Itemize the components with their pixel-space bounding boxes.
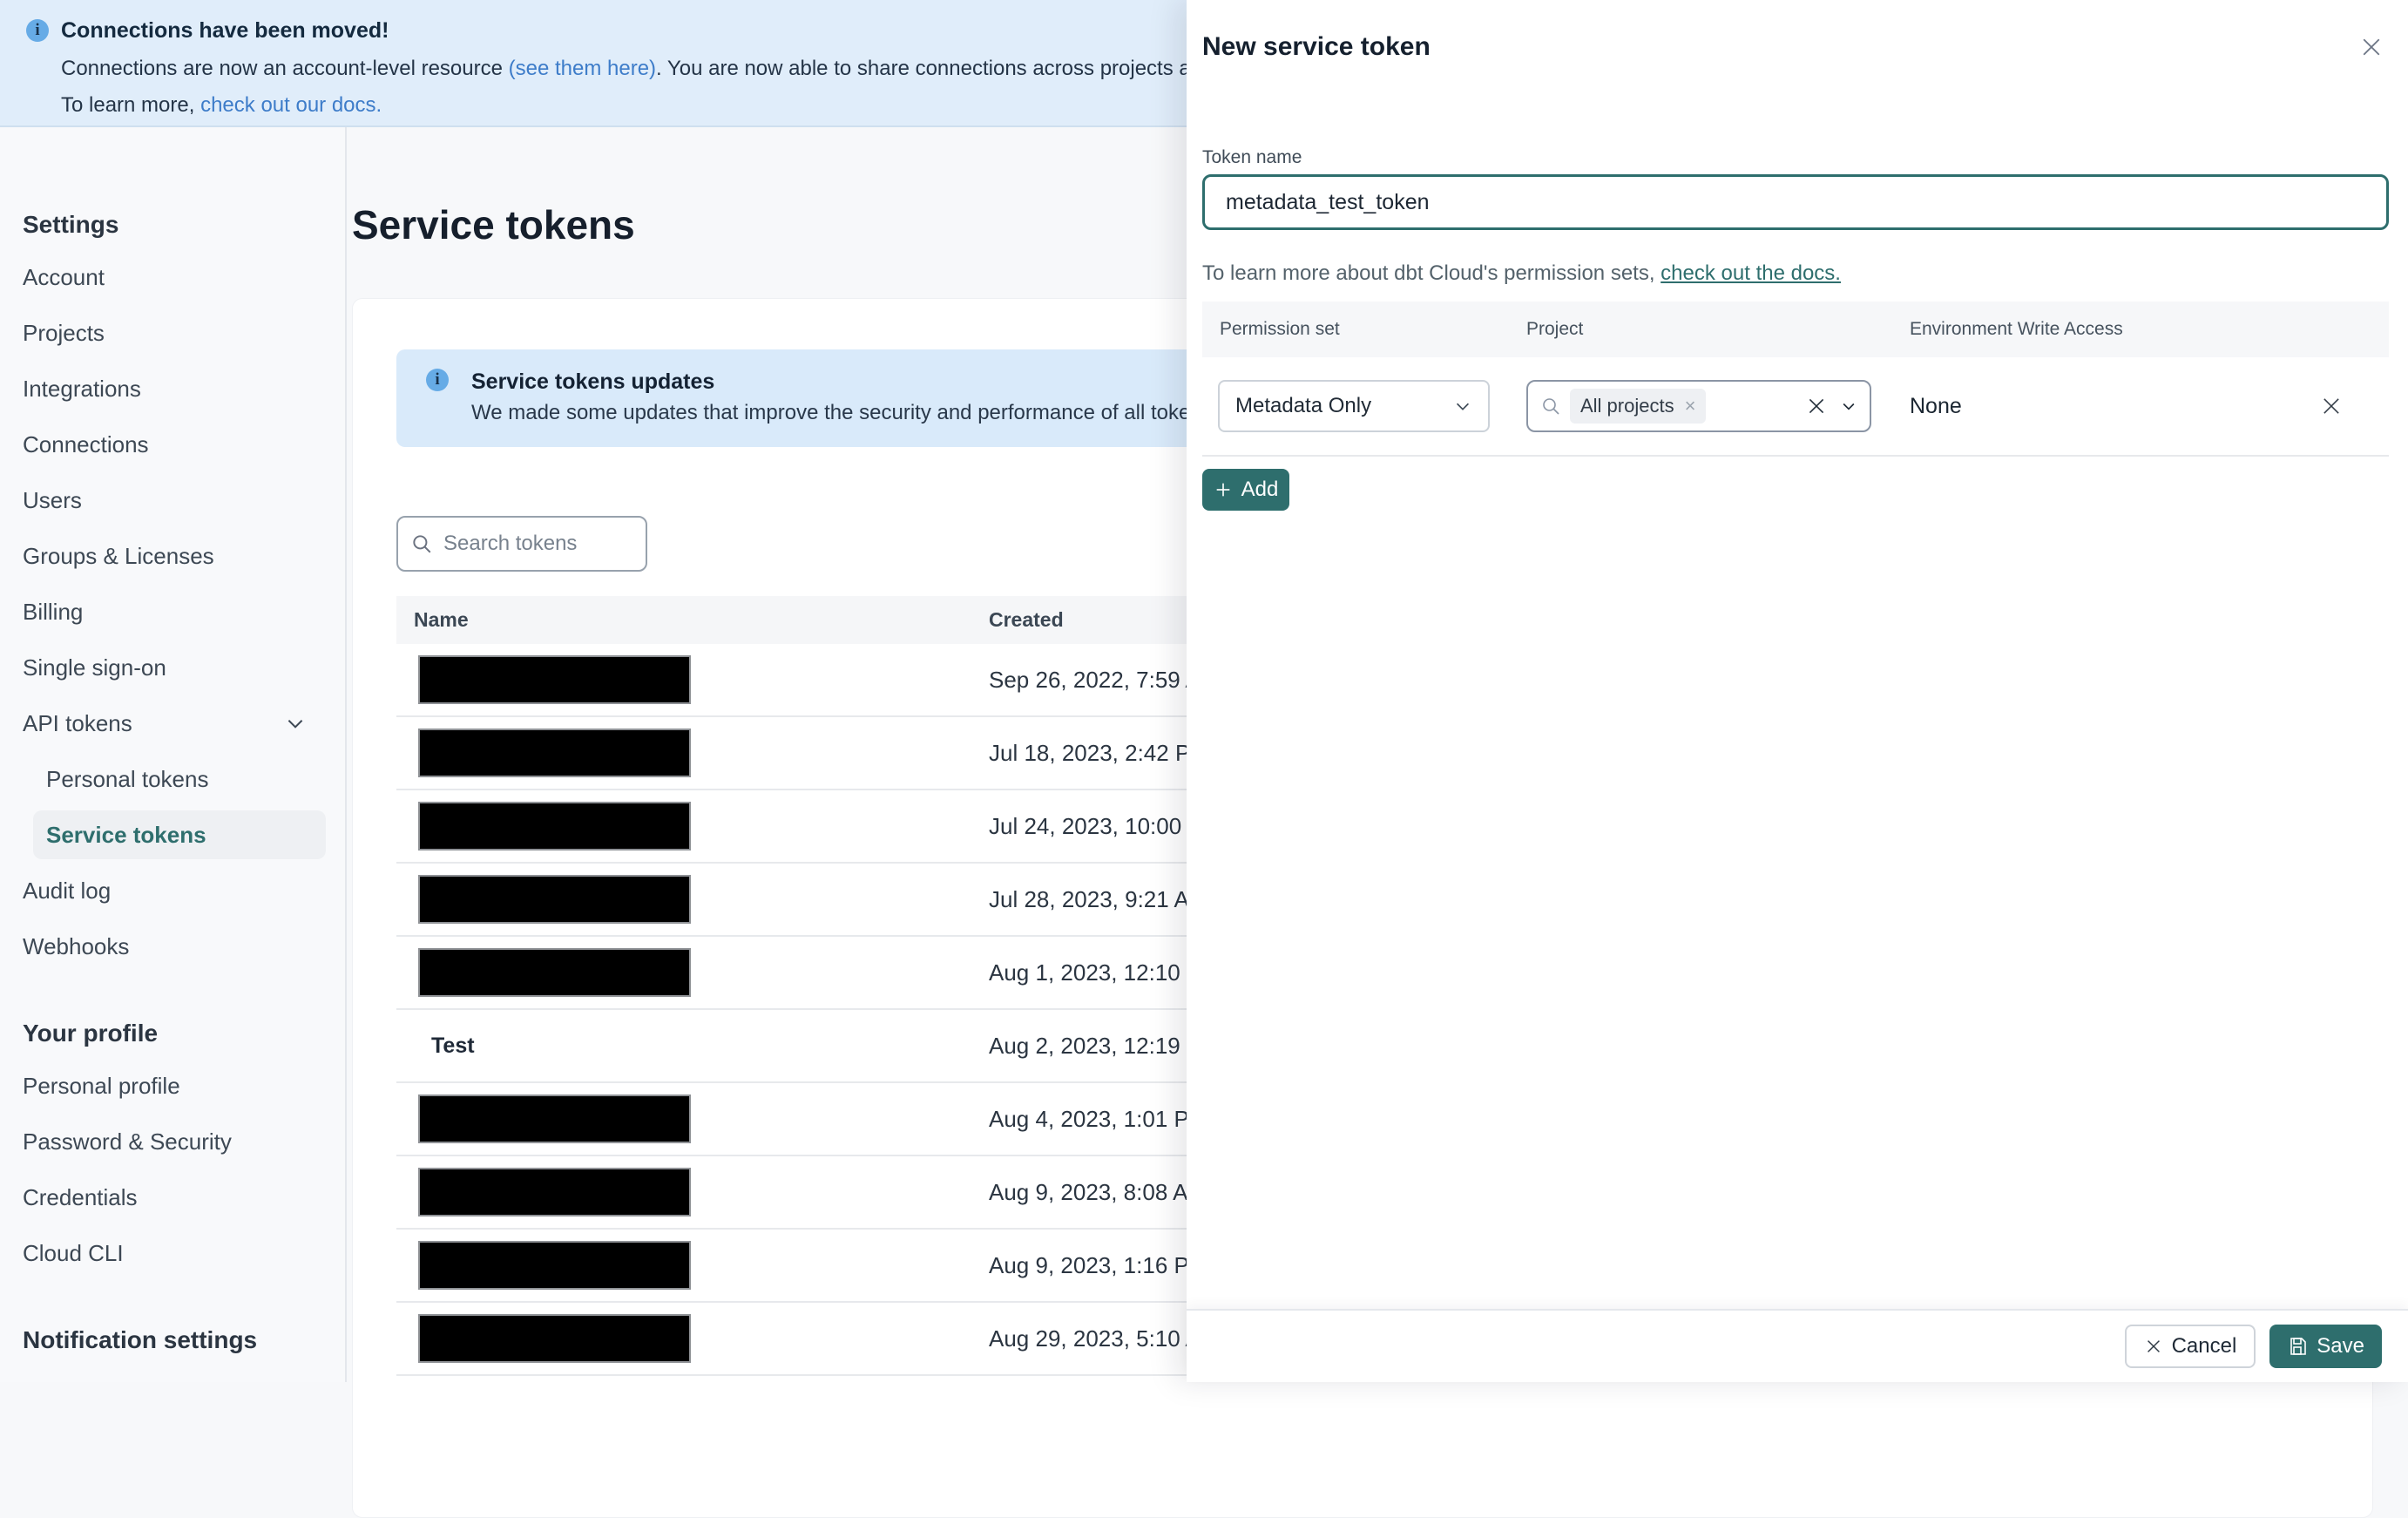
sidebar-item-audit-log[interactable]: Audit log [0, 863, 345, 918]
env-write-access-value: None [1910, 393, 1962, 418]
sidebar-item-service-tokens[interactable]: Service tokens [33, 810, 326, 859]
sidebar-item-users[interactable]: Users [0, 472, 345, 528]
name-column-header: Name [414, 608, 469, 631]
sidebar-item-webhooks[interactable]: Webhooks [0, 918, 345, 974]
project-header: Project [1526, 319, 1584, 339]
search-tokens-box[interactable] [396, 516, 647, 572]
save-button[interactable]: Save [2269, 1325, 2382, 1368]
close-icon [2144, 1337, 2163, 1356]
sidebar-item-billing[interactable]: Billing [0, 584, 345, 640]
redacted-token-name [418, 1241, 691, 1290]
chevron-down-icon [284, 712, 307, 735]
sidebar-item-cloud-cli[interactable]: Cloud CLI [0, 1225, 345, 1281]
see-them-here-link[interactable]: (see them here) [509, 57, 656, 80]
sidebar-item-credentials[interactable]: Credentials [0, 1169, 345, 1225]
info-icon: i [26, 19, 49, 42]
info-box-body: We made some updates that improve the se… [471, 401, 1289, 424]
clear-selection-icon[interactable] [1805, 395, 1828, 417]
plus-icon [1214, 480, 1233, 499]
sidebar-item-projects[interactable]: Projects [0, 305, 345, 361]
redacted-token-name [418, 1094, 691, 1143]
check-docs-link[interactable]: check out our docs. [200, 93, 382, 117]
sidebar-item-connections[interactable]: Connections [0, 417, 345, 472]
sidebar-item-password-security[interactable]: Password & Security [0, 1114, 345, 1169]
drawer-footer: Cancel Save [1187, 1309, 2408, 1382]
redacted-token-name [418, 948, 691, 997]
save-disk-icon [2287, 1336, 2308, 1357]
sidebar-item-groups-licenses[interactable]: Groups & Licenses [0, 528, 345, 584]
sidebar-item-account[interactable]: Account [0, 249, 345, 305]
banner-title: Connections have been moved! [61, 18, 389, 43]
env-write-access-header: Environment Write Access [1910, 319, 2123, 339]
chevron-down-icon [1453, 396, 1472, 416]
redacted-token-name [418, 729, 691, 777]
chevron-down-icon[interactable] [1840, 397, 1857, 415]
api-tokens-label: API tokens [23, 709, 132, 736]
project-chip: All projects × [1570, 389, 1707, 424]
sidebar-item-personal-tokens[interactable]: Personal tokens [0, 751, 345, 807]
redacted-token-name [418, 1314, 691, 1363]
check-out-docs-link[interactable]: check out the docs. [1661, 261, 1841, 285]
your-profile-heading: Your profile [23, 1020, 159, 1047]
redacted-token-name [418, 802, 691, 850]
permission-set-select[interactable]: Metadata Only [1218, 380, 1490, 432]
permission-set-header: Permission set [1220, 319, 1340, 339]
project-chip-label: All projects [1580, 395, 1674, 417]
new-service-token-drawer: New service token Token name To learn mo… [1187, 0, 2408, 1382]
remove-row-icon[interactable] [2319, 394, 2344, 418]
search-icon [1540, 396, 1561, 417]
sidebar-item-personal-profile[interactable]: Personal profile [0, 1058, 345, 1114]
redacted-token-name [418, 1168, 691, 1216]
search-icon [410, 532, 433, 555]
search-tokens-input[interactable] [443, 532, 633, 556]
drawer-title: New service token [1202, 32, 1431, 61]
sidebar-item-api-tokens[interactable]: API tokens [0, 695, 345, 751]
project-multiselect[interactable]: All projects × [1526, 380, 1871, 432]
info-icon: i [426, 369, 449, 391]
redacted-token-name [418, 655, 691, 704]
notification-settings-heading: Notification settings [23, 1326, 258, 1353]
banner-text: Connections are now an account-level res… [61, 57, 509, 80]
permissions-table-header: Permission set Project Environment Write… [1202, 302, 2389, 357]
sidebar-item-integrations[interactable]: Integrations [0, 361, 345, 417]
permission-sets-note: To learn more about dbt Cloud's permissi… [1202, 261, 2389, 286]
info-box-title: Service tokens updates [471, 369, 715, 394]
save-button-label: Save [2317, 1334, 2364, 1358]
permission-set-value: Metadata Only [1235, 394, 1372, 417]
token-name: Test [431, 1033, 475, 1058]
banner-text: To learn more, [61, 93, 201, 117]
redacted-token-name [418, 875, 691, 924]
cancel-button[interactable]: Cancel [2124, 1325, 2256, 1368]
settings-sidebar: Settings Account Projects Integrations C… [0, 127, 347, 1382]
token-name-label: Token name [1202, 147, 1302, 167]
permission-row: Metadata Only All projects × None [1202, 357, 2389, 457]
settings-heading: Settings [23, 211, 119, 238]
close-icon[interactable] [2357, 33, 2385, 61]
sidebar-item-single-sign-on[interactable]: Single sign-on [0, 640, 345, 695]
token-name-input[interactable] [1202, 174, 2389, 230]
add-button-label: Add [1241, 478, 1279, 501]
cancel-button-label: Cancel [2171, 1334, 2237, 1358]
add-permission-button[interactable]: Add [1202, 469, 1289, 511]
remove-chip-icon[interactable]: × [1685, 395, 1696, 417]
note-text: To learn more about dbt Cloud's permissi… [1202, 261, 1661, 285]
